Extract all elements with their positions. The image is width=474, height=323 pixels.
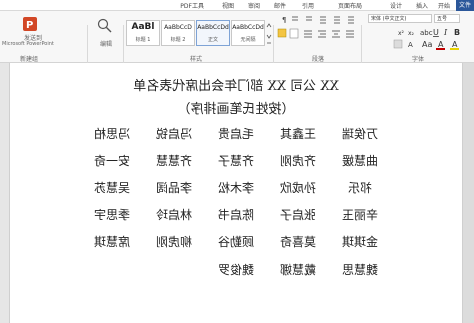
tab-references[interactable]: 引用 <box>302 1 314 10</box>
tab-view[interactable]: 视图 <box>222 1 234 10</box>
document-page[interactable]: XX 公司 XX 部门年会出席代表名单 （按姓氏笔画排序） 万俟瑞 王鑫其 毛启贵 冯… <box>10 63 462 323</box>
svg-text:¶: ¶ <box>282 16 286 24</box>
style-sample: AaBbCcDd <box>232 24 264 31</box>
style-heading-1[interactable]: AaBl 标题 1 <box>126 20 160 46</box>
style-sample: AaBbCcD <box>164 24 192 31</box>
attendee-name: 柳虎刚 <box>156 235 193 249</box>
style-name: 无间隔 <box>240 37 256 43</box>
attendee-name: 祁乐 <box>348 181 373 195</box>
attendee-name: 魏俊罗 <box>218 263 255 277</box>
attendee-name: 冯思柏 <box>94 127 131 141</box>
tab-home[interactable]: 开始 <box>438 1 450 10</box>
document-title: XX 公司 XX 部门年会出席代表名单 <box>133 79 339 94</box>
attendee-name: 席慧琪 <box>94 235 131 249</box>
attendee-name: 辛丽玉 <box>342 208 379 222</box>
font-size-combo[interactable]: 五号 <box>434 14 460 23</box>
tab-file[interactable]: 文件 <box>456 0 474 11</box>
style-name: 正文 <box>207 37 218 43</box>
style-no-spacing[interactable]: AaBbCcDd 无间隔 <box>231 20 265 46</box>
group-font-label: 字体 <box>411 56 424 63</box>
attendee-name: 顾勤谷 <box>218 235 255 249</box>
svg-text:Aa: Aa <box>422 40 432 49</box>
attendee-name: 季思宇 <box>94 208 131 222</box>
attendee-name: 陈启书 <box>218 208 255 222</box>
attendee-name: 张启子 <box>280 208 317 222</box>
svg-text:I: I <box>443 28 448 37</box>
ribbon: 宋体 (中文正文) 五号 B I U abc x₂ x² A A Aa A 字体… <box>0 11 474 71</box>
font-format-icons[interactable]: B I U abc x₂ x² A A Aa A <box>364 26 460 50</box>
style-sample: AaBbCcDd <box>197 24 229 31</box>
svg-text:A: A <box>452 40 458 49</box>
tab-review[interactable]: 审阅 <box>248 1 260 10</box>
svg-text:U: U <box>433 28 439 37</box>
group-paragraph-label: 段落 <box>311 56 324 63</box>
editing-icon[interactable] <box>96 17 114 39</box>
font-name-combo[interactable]: 宋体 (中文正文) <box>368 14 432 23</box>
svg-text:A: A <box>438 40 444 49</box>
attendee-name: 金琪琪 <box>342 235 379 249</box>
powerpoint-icon[interactable]: P <box>22 16 38 32</box>
attendee-name: 毛启贵 <box>218 127 255 141</box>
attendee-name: 齐虎刚 <box>280 154 317 168</box>
attendee-name: 曲慧媛 <box>342 154 379 168</box>
attendee-name: 孙成欣 <box>280 181 317 195</box>
svg-text:x₂: x₂ <box>408 30 415 37</box>
style-sample: AaBl <box>131 22 155 32</box>
attendee-name: 戴慧娜 <box>280 263 317 277</box>
tab-layout[interactable]: 页面布局 <box>338 1 362 10</box>
tab-mailings[interactable]: 邮件 <box>274 1 286 10</box>
svg-text:A: A <box>408 41 413 49</box>
tab-pdf-tools[interactable]: PDF工具 <box>180 1 204 10</box>
attendee-name: 李木松 <box>218 181 255 195</box>
vertical-scrollbar[interactable] <box>0 63 10 323</box>
style-normal[interactable]: AaBbCcDd 正文 <box>196 20 230 46</box>
svg-text:abc: abc <box>420 29 433 37</box>
attendee-name: 林启玲 <box>156 208 193 222</box>
group-new-label: 新建组 <box>20 56 39 63</box>
ribbon-tabs: 文件 开始 插入 设计 页面布局 引用 邮件 审阅 视图 PDF工具 <box>0 0 474 11</box>
paragraph-icons[interactable]: ¶ <box>276 14 356 50</box>
attendee-name: 王鑫其 <box>280 127 317 141</box>
style-heading-2[interactable]: AaBbCcD 标题 2 <box>161 20 195 46</box>
svg-text:B: B <box>454 28 460 37</box>
svg-text:x²: x² <box>398 30 405 37</box>
attendee-name: 李品阔 <box>156 181 193 195</box>
styles-scroll-icon[interactable] <box>266 21 272 47</box>
svg-text:P: P <box>26 20 33 31</box>
document-subtitle: （按姓氏笔画排序） <box>177 102 295 117</box>
attendee-name: 万俟瑞 <box>342 127 379 141</box>
attendee-name: 安一奇 <box>94 154 131 168</box>
style-name: 标题 1 <box>135 37 151 43</box>
vertical-ruler <box>462 63 474 323</box>
editing-button-label: 编辑 <box>99 41 112 48</box>
attendee-name: 莫喜奇 <box>280 235 317 249</box>
attendee-name: 冯启锐 <box>156 127 193 141</box>
attendee-name: 魏慧思 <box>342 263 379 277</box>
group-styles-label: 样式 <box>189 56 202 63</box>
style-name: 标题 2 <box>170 37 186 43</box>
tab-design[interactable]: 设计 <box>390 1 402 10</box>
attendee-name: 齐慧子 <box>218 154 255 168</box>
send-to-sub-label: Microsoft PowerPoint <box>2 41 54 47</box>
attendee-name: 齐慧慧 <box>156 154 193 168</box>
attendee-name: 吴慧苏 <box>94 181 131 195</box>
tab-insert[interactable]: 插入 <box>416 1 428 10</box>
